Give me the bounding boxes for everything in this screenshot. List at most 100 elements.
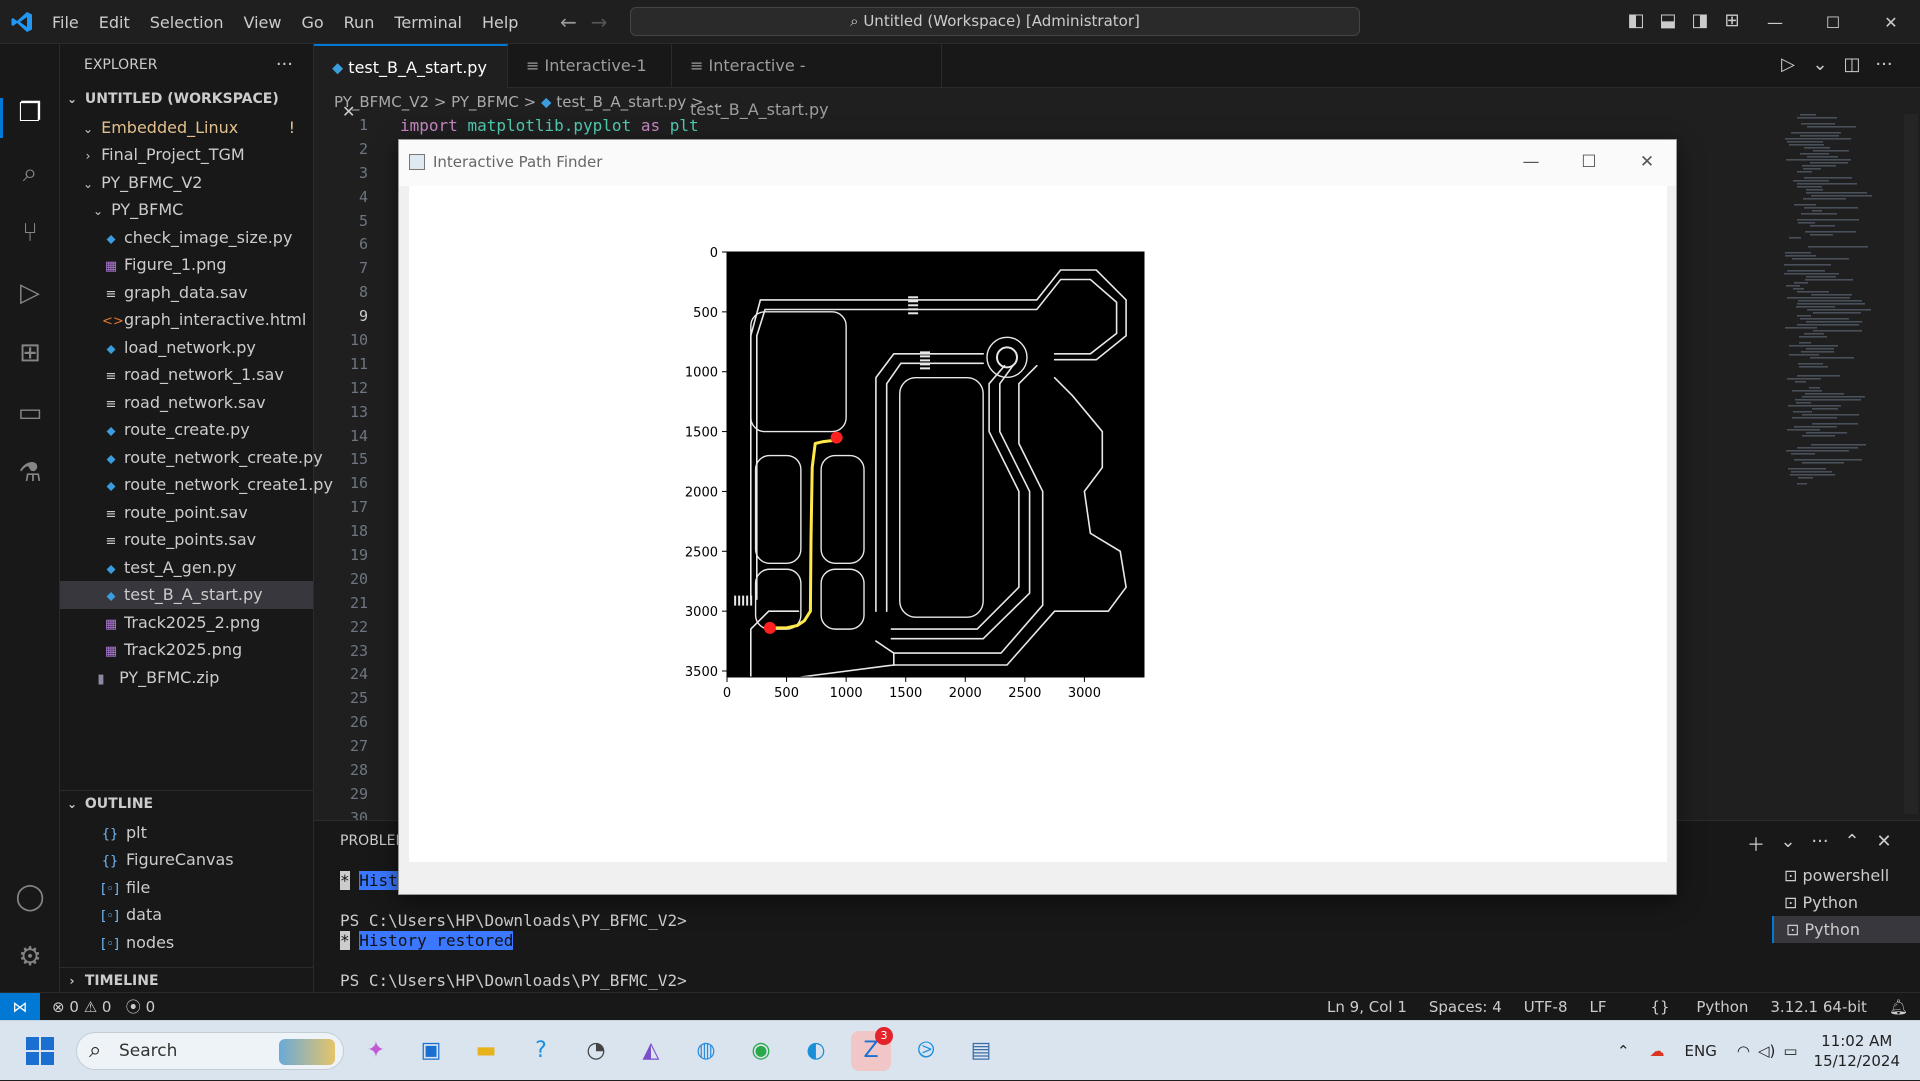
tab-interactive-test[interactable]: ≡ Interactive - test_B_A_start.py [672,44,942,119]
breadcrumb-item[interactable]: PY_BFMC_V2 [334,93,429,111]
outline-header[interactable]: ⌄ OUTLINE [60,791,314,819]
gear-icon[interactable]: ⚙ [10,942,50,982]
command-center[interactable]: ⌕ Untitled (Workspace) [Administrator] [630,7,1360,36]
more-actions-icon[interactable]: ··· [1804,831,1836,857]
folder-py-bfmc-v2[interactable]: ⌄ PY_BFMC_V2 [60,169,313,197]
breadcrumb-item[interactable]: ... [708,93,722,111]
vscode-icon[interactable]: ⧁ [906,1031,946,1071]
language-mode[interactable]: {} Python [1629,993,1749,1021]
chevron-down-icon[interactable]: ⌄ [1772,831,1804,857]
file-item[interactable]: ▦ Figure_1.png [60,251,313,279]
menu-selection[interactable]: Selection [150,13,224,32]
editor-scrollbar[interactable] [1904,114,1918,814]
file-item[interactable]: ▦ Track2025.png [60,636,313,664]
file-item[interactable]: ≡ route_point.sav [60,499,313,527]
outline-item[interactable]: [◦] data [60,901,314,929]
maximize-button[interactable]: ☐ [1560,140,1618,186]
account-icon[interactable]: ◯ [10,882,50,922]
more-actions-icon[interactable]: ··· [276,44,293,86]
python-interpreter[interactable]: 3.12.1 64-bit [1770,993,1867,1021]
minimize-button[interactable]: — [1746,13,1804,32]
file-item[interactable]: ⬥ route_create.py [60,416,313,444]
testing-icon[interactable]: ⚗ [10,458,50,498]
globe-icon[interactable]: ◍ [686,1031,726,1071]
source-control-icon[interactable]: ⑂ [10,218,50,258]
encoding[interactable]: UTF-8 [1524,993,1568,1021]
menu-run[interactable]: Run [344,13,375,32]
run-debug-icon[interactable]: ▷ [10,278,50,318]
indentation[interactable]: Spaces: 4 [1429,993,1502,1021]
outline-item[interactable]: [◦] nodes [60,929,314,957]
file-item[interactable]: ▦ Track2025_2.png [60,609,313,637]
close-button[interactable]: ✕ [1618,140,1676,186]
terminal-item-powershell[interactable]: ⊡ powershell [1772,862,1920,889]
clock[interactable]: 11:02 AM 15/12/2024 [1814,1031,1900,1071]
explorer-icon[interactable]: ❐ [10,98,50,138]
outline-item[interactable]: [◦] file [60,874,314,902]
file-item[interactable]: ⬥ test_A_gen.py [60,554,313,582]
chevron-up-icon[interactable]: ⌃ [1617,1042,1630,1060]
wifi-icon[interactable]: ◠ [1737,1042,1750,1060]
folder-py-bfmc[interactable]: ⌄ PY_BFMC [60,196,313,224]
file-explorer-icon[interactable]: ▬ [466,1031,506,1071]
more-actions-icon[interactable]: ··· [1868,54,1900,75]
terminal-prompt[interactable]: PS C:\Users\HP\Downloads\PY_BFMC_V2> [340,971,687,990]
cursor-position[interactable]: Ln 9, Col 1 [1327,993,1407,1021]
menu-go[interactable]: Go [301,13,323,32]
goal-marker[interactable] [763,621,776,634]
file-item[interactable]: ⬥ route_network_create1.py [60,471,333,499]
workspace-section[interactable]: ⌄ UNTITLED (WORKSPACE) [60,86,313,114]
bell-icon[interactable]: 🔔︎ [1889,993,1908,1021]
split-editor-icon[interactable]: ◫ [1836,54,1868,75]
breadcrumb-item[interactable]: test_B_A_start.py [556,93,686,111]
search-icon[interactable]: ⌕ [10,158,50,198]
chrome-icon[interactable]: ◉ [741,1031,781,1071]
customize-layout-icon[interactable]: ⊞ [1716,10,1748,31]
battery-icon[interactable]: ▭ [1783,1042,1797,1060]
maximize-panel-icon[interactable]: ⌃ [1836,831,1868,857]
chevron-down-icon[interactable]: ⌄ [1804,54,1836,75]
file-item[interactable]: ≡ route_points.sav [60,526,313,554]
terminal-item-python[interactable]: ⊡ Python [1772,889,1920,916]
file-zip[interactable]: ▮ PY_BFMC.zip [60,664,313,692]
copilot-icon[interactable]: ✦ [356,1031,396,1071]
menu-file[interactable]: File [52,13,79,32]
extensions-icon[interactable]: ⊞ [10,338,50,378]
toggle-primary-sidebar-icon[interactable]: ◧ [1620,10,1652,31]
tab-test-b-a-start[interactable]: ⬥ test_B_A_start.py ✕ [314,44,508,121]
track-plot[interactable]: 0 500 1000 1500 2000 2500 3000 0 500 1000 1500 2000… [409,186,1667,862]
minimap[interactable] [1780,114,1900,494]
toggle-secondary-sidebar-icon[interactable]: ◨ [1684,10,1716,31]
edge-icon[interactable]: ◐ [796,1031,836,1071]
close-panel-icon[interactable]: ✕ [1868,831,1900,857]
visual-studio-icon[interactable]: ◭ [631,1031,671,1071]
menu-edit[interactable]: Edit [99,13,130,32]
outline-item[interactable]: {} FigureCanvas [60,846,314,874]
new-terminal-icon[interactable]: ＋ [1740,831,1772,857]
code-line-1[interactable]: import matplotlib.pyplot as plt [400,114,699,138]
status-problems[interactable]: ⊗ 0 ⚠ 0 ⦿ 0 [52,993,155,1021]
forward-arrow-icon[interactable]: → [591,10,622,34]
windows-start-icon[interactable] [24,1035,56,1067]
path-finder-titlebar[interactable]: Interactive Path Finder — ☐ ✕ [399,140,1676,186]
outline-item[interactable]: {} plt [60,819,314,847]
file-item[interactable]: ≡ road_network_1.sav [60,361,313,389]
start-marker[interactable] [830,431,843,444]
plot-area[interactable] [727,252,1144,677]
file-item[interactable]: ⬥ check_image_size.py [60,224,313,252]
file-item[interactable]: ⬥ route_network_create.py [60,444,322,472]
zalo-icon[interactable]: Z 3 [851,1027,893,1071]
menu-terminal[interactable]: Terminal [394,13,462,32]
file-item[interactable]: ≡ road_network.sav [60,389,313,417]
figure-canvas[interactable]: 0 500 1000 1500 2000 2500 3000 0 500 1000 1500 2000… [409,186,1667,862]
breadcrumb-item[interactable]: PY_BFMC [451,93,519,111]
taskbar-search[interactable]: ⌕ Search [76,1032,344,1070]
file-item[interactable]: ⬥ test_B_A_start.py [60,581,313,609]
network-warning-icon[interactable]: ☁ [1650,1042,1665,1060]
file-item[interactable]: ⬥ load_network.py [60,334,313,362]
terminal-item-python-active[interactable]: ⊡ Python [1772,916,1920,943]
menu-view[interactable]: View [244,13,282,32]
switcher-icon[interactable]: ◔ [576,1031,616,1071]
store-icon[interactable]: ▣ [411,1031,451,1071]
close-button[interactable]: ✕ [1862,13,1920,32]
